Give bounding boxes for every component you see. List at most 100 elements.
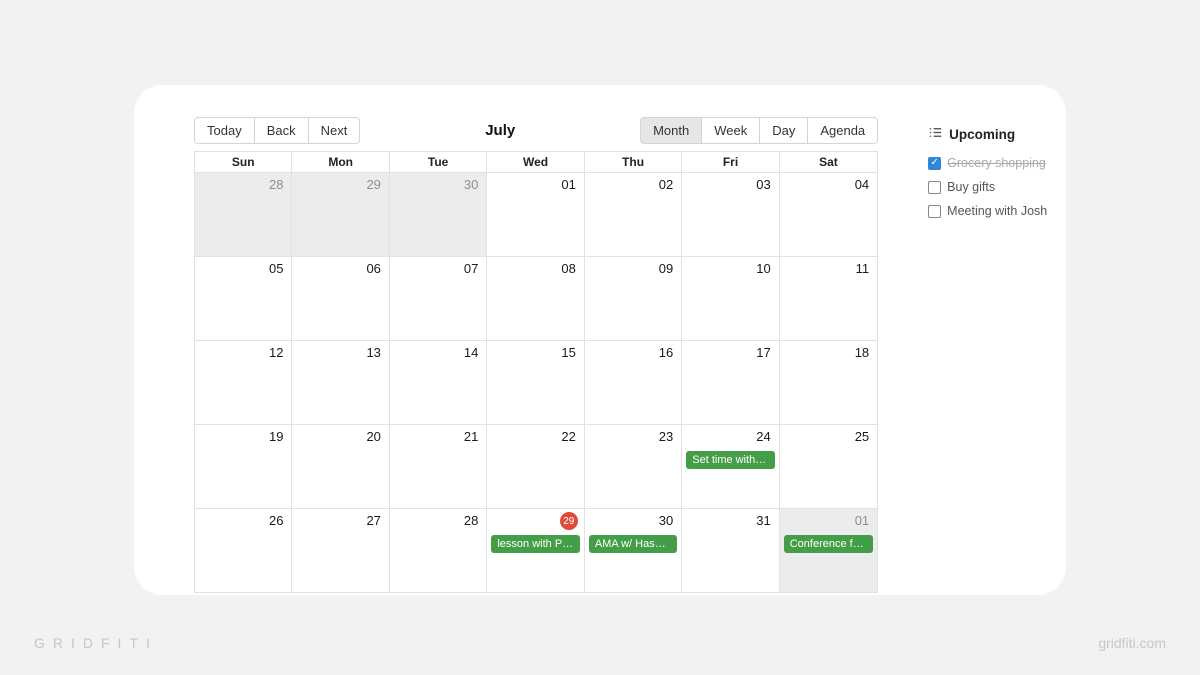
day-number: 15: [561, 345, 575, 360]
day-number: 11: [856, 261, 870, 276]
view-day-button[interactable]: Day: [759, 117, 808, 144]
day-cell[interactable]: 27: [292, 509, 389, 592]
day-number: 25: [855, 429, 869, 444]
view-button-group: Month Week Day Agenda: [640, 117, 878, 144]
day-cell[interactable]: 30: [390, 173, 487, 256]
day-number: 01: [855, 513, 869, 528]
task-label: Meeting with Josh: [947, 204, 1047, 218]
calendar-week: 26 27 28 29lesson with Prof…30AMA w/ Hasque…: [195, 509, 877, 593]
calendar-event[interactable]: AMA w/ Hasque…: [589, 535, 677, 553]
day-cell[interactable]: 09: [585, 257, 682, 340]
day-number: 28: [464, 513, 478, 528]
day-number: 30: [464, 177, 478, 192]
day-number: 12: [269, 345, 283, 360]
task-list: Grocery shopping Buy gifts Meeting with Jo…: [928, 156, 1066, 218]
view-agenda-button[interactable]: Agenda: [807, 117, 878, 144]
task-label: Buy gifts: [947, 180, 995, 194]
month-title: July: [360, 122, 640, 139]
weekday-label: Thu: [585, 152, 682, 172]
day-cell[interactable]: 15: [487, 341, 584, 424]
today-button[interactable]: Today: [194, 117, 255, 144]
calendar: Today Back Next July Month Week Day Agen…: [194, 115, 878, 595]
day-cell[interactable]: 03: [682, 173, 779, 256]
calendar-event[interactable]: lesson with Prof…: [491, 535, 579, 553]
day-cell[interactable]: 13: [292, 341, 389, 424]
calendar-event[interactable]: Conference for …: [784, 535, 873, 553]
day-cell[interactable]: 19: [195, 425, 292, 508]
day-number: 24: [756, 429, 770, 444]
back-button[interactable]: Back: [254, 117, 309, 144]
day-cell[interactable]: 04: [780, 173, 877, 256]
day-number: 28: [269, 177, 283, 192]
day-number: 26: [269, 513, 283, 528]
day-cell[interactable]: 22: [487, 425, 584, 508]
day-cell[interactable]: 11: [780, 257, 877, 340]
task-checkbox[interactable]: [928, 181, 941, 194]
task-checkbox[interactable]: [928, 157, 941, 170]
day-cell[interactable]: 24 Set time with Li…: [682, 425, 779, 508]
calendar-weeks: 28 29 30 01 02 03 04 05 06 07 08 09 10 11 12 13 14 15 16 17…: [195, 173, 877, 593]
weekday-label: Wed: [487, 152, 584, 172]
upcoming-heading: Upcoming: [928, 125, 1066, 144]
day-cell[interactable]: 18: [780, 341, 877, 424]
day-cell[interactable]: 25: [780, 425, 877, 508]
day-cell[interactable]: 31: [682, 509, 779, 592]
day-cell[interactable]: 01 Conference for …: [780, 509, 877, 592]
task-item[interactable]: Meeting with Josh: [928, 204, 1066, 218]
day-number: 22: [561, 429, 575, 444]
weekday-label: Mon: [292, 152, 389, 172]
day-number: 13: [366, 345, 380, 360]
day-number: 14: [464, 345, 478, 360]
day-cell[interactable]: 23: [585, 425, 682, 508]
day-cell[interactable]: 07: [390, 257, 487, 340]
day-cell[interactable]: 05: [195, 257, 292, 340]
next-button[interactable]: Next: [308, 117, 361, 144]
day-number: 16: [659, 345, 673, 360]
calendar-event[interactable]: Set time with Li…: [686, 451, 774, 469]
day-cell[interactable]: 20: [292, 425, 389, 508]
day-cell[interactable]: 12: [195, 341, 292, 424]
watermark-site: gridfiti.com: [1098, 635, 1166, 651]
task-checkbox[interactable]: [928, 205, 941, 218]
day-number: 19: [269, 429, 283, 444]
watermark-brand: GRIDFITI: [34, 635, 158, 651]
upcoming-heading-text: Upcoming: [949, 127, 1015, 142]
day-cell[interactable]: 28: [195, 173, 292, 256]
day-cell[interactable]: 26: [195, 509, 292, 592]
day-cell[interactable]: 02: [585, 173, 682, 256]
view-month-button[interactable]: Month: [640, 117, 702, 144]
weekday-label: Sun: [195, 152, 292, 172]
weekday-header: Sun Mon Tue Wed Thu Fri Sat: [195, 152, 877, 173]
day-cell[interactable]: 08: [487, 257, 584, 340]
day-number: 02: [659, 177, 673, 192]
day-number: 23: [659, 429, 673, 444]
weekday-label: Tue: [390, 152, 487, 172]
day-cell[interactable]: 28: [390, 509, 487, 592]
day-number: 06: [366, 261, 380, 276]
day-number: 05: [269, 261, 283, 276]
day-cell[interactable]: 30AMA w/ Hasque…: [585, 509, 682, 592]
day-number: 17: [756, 345, 770, 360]
list-icon: [928, 125, 943, 144]
day-cell[interactable]: 01: [487, 173, 584, 256]
day-cell[interactable]: 06: [292, 257, 389, 340]
day-cell[interactable]: 29lesson with Prof…: [487, 509, 584, 592]
task-item[interactable]: Buy gifts: [928, 180, 1066, 194]
task-item[interactable]: Grocery shopping: [928, 156, 1066, 170]
day-number: 10: [756, 261, 770, 276]
day-cell[interactable]: 14: [390, 341, 487, 424]
day-number: 07: [464, 261, 478, 276]
day-cell[interactable]: 21: [390, 425, 487, 508]
day-number: 20: [366, 429, 380, 444]
calendar-week: 12 13 14 15 16 17 18: [195, 341, 877, 425]
day-number: 03: [756, 177, 770, 192]
calendar-grid: Sun Mon Tue Wed Thu Fri Sat 28 29 30 01 02 03…: [194, 151, 878, 593]
view-week-button[interactable]: Week: [701, 117, 760, 144]
day-cell[interactable]: 29: [292, 173, 389, 256]
calendar-toolbar: Today Back Next July Month Week Day Agen…: [194, 115, 878, 145]
day-number: 08: [561, 261, 575, 276]
day-cell[interactable]: 17: [682, 341, 779, 424]
day-cell[interactable]: 10: [682, 257, 779, 340]
day-cell[interactable]: 16: [585, 341, 682, 424]
calendar-week: 05 06 07 08 09 10 11: [195, 257, 877, 341]
